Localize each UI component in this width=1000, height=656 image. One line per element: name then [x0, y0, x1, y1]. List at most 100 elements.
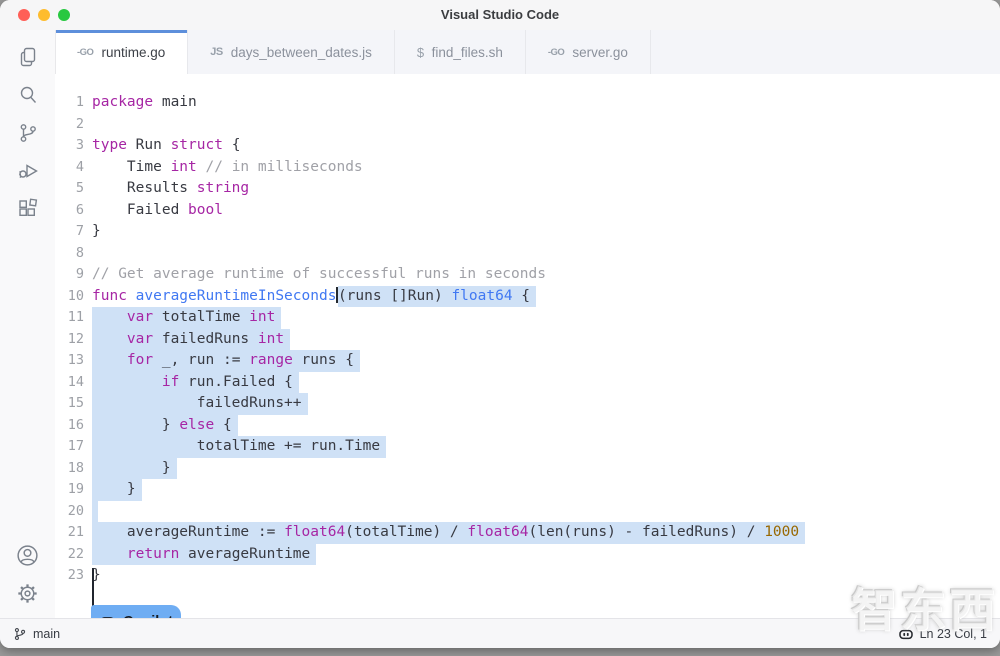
code-token: main: [153, 94, 197, 110]
line-number: 8: [55, 243, 84, 265]
code-token: for: [127, 352, 153, 368]
line-number: 2: [55, 114, 84, 136]
source-control-icon[interactable]: [9, 114, 47, 152]
code-token: // Get average runtime of successful run…: [92, 266, 546, 282]
code-line[interactable]: 9 // Get average runtime of successful ru…: [55, 264, 1000, 286]
tab-server-go[interactable]: -GO server.go: [526, 30, 651, 74]
code-token: Run: [127, 137, 171, 153]
title-bar: Visual Studio Code: [0, 0, 1000, 31]
line-number: 14: [55, 372, 84, 394]
code-token: 1000: [764, 524, 799, 540]
code-line[interactable]: 17 totalTime += run.Time: [55, 436, 1000, 458]
code-area[interactable]: 1package main23type Run struct {4 Time i…: [55, 74, 1000, 587]
code-token: failedRuns: [153, 331, 258, 347]
tab-label: find_files.sh: [432, 45, 503, 60]
selection-highlight: }: [92, 458, 177, 480]
code-token: run.Failed {: [179, 374, 293, 390]
selection-highlight: var failedRuns int: [92, 329, 290, 351]
tab-label: days_between_dates.js: [231, 45, 372, 60]
code-line[interactable]: 2: [55, 114, 1000, 136]
code-line[interactable]: 11 var totalTime int: [55, 307, 1000, 329]
code-line[interactable]: 14 if run.Failed {: [55, 372, 1000, 394]
code-token: [92, 352, 127, 368]
line-number: 20: [55, 501, 84, 523]
code-line[interactable]: 15 failedRuns++: [55, 393, 1000, 415]
branch-indicator[interactable]: main: [13, 627, 60, 641]
git-branch-icon: [13, 627, 27, 641]
selection-highlight: if run.Failed {: [92, 372, 299, 394]
selection-highlight: averageRuntime := float64(totalTime) / f…: [92, 522, 805, 544]
selection-highlight: for _, run := range runs {: [92, 350, 360, 372]
code-token: int: [258, 331, 284, 347]
tab-days-between-dates-js[interactable]: JS days_between_dates.js: [188, 30, 395, 74]
code-token: [92, 374, 162, 390]
settings-gear-icon[interactable]: [9, 574, 47, 612]
tab-find-files-sh[interactable]: $ find_files.sh: [395, 30, 526, 74]
account-icon[interactable]: [9, 536, 47, 574]
code-token: {: [513, 288, 530, 304]
code-token: float64: [467, 524, 528, 540]
selection-highlight: failedRuns++: [92, 393, 308, 415]
code-token: {: [214, 417, 231, 433]
js-file-icon: JS: [210, 46, 222, 58]
code-line[interactable]: 13 for _, run := range runs {: [55, 350, 1000, 372]
tab-label: runtime.go: [101, 45, 165, 60]
line-number: 10: [55, 286, 84, 308]
selection-highlight: }: [92, 479, 142, 501]
code-line[interactable]: 16 } else {: [55, 415, 1000, 437]
code-line[interactable]: 10func averageRuntimeInSeconds(runs []Ru…: [55, 286, 1000, 308]
search-icon[interactable]: [9, 76, 47, 114]
selection-highlight: (runs []Run) float64 {: [338, 286, 536, 308]
code-token: float64: [284, 524, 345, 540]
line-number: 9: [55, 264, 84, 286]
code-line[interactable]: 18 }: [55, 458, 1000, 480]
selection-highlight: [92, 501, 98, 523]
selection-highlight: return averageRuntime: [92, 544, 316, 566]
code-line[interactable]: 8: [55, 243, 1000, 265]
code-token: [197, 159, 206, 175]
code-token: int: [171, 159, 197, 175]
code-token: (totalTime) /: [345, 524, 467, 540]
code-token: string: [197, 180, 249, 196]
code-token: var: [127, 309, 153, 325]
code-line[interactable]: 12 var failedRuns int: [55, 329, 1000, 351]
copilot-button[interactable]: Copilot: [91, 605, 181, 618]
run-and-debug-icon[interactable]: [9, 152, 47, 190]
code-token: var: [127, 331, 153, 347]
code-token: {: [223, 137, 240, 153]
code-line[interactable]: 22 return averageRuntime: [55, 544, 1000, 566]
code-token: return: [127, 546, 179, 562]
line-number: 23: [55, 565, 84, 587]
code-token: func: [92, 288, 127, 304]
code-line[interactable]: 19 }: [55, 479, 1000, 501]
code-line[interactable]: 21 averageRuntime := float64(totalTime) …: [55, 522, 1000, 544]
code-line[interactable]: 6 Failed bool: [55, 200, 1000, 222]
code-token: type: [92, 137, 127, 153]
code-token: // in milliseconds: [206, 159, 363, 175]
code-line[interactable]: 23}: [55, 565, 1000, 587]
code-line[interactable]: 7}: [55, 221, 1000, 243]
tab-runtime-go[interactable]: -GO runtime.go: [55, 30, 188, 75]
code-token: Results: [92, 180, 197, 196]
code-token: package: [92, 94, 153, 110]
code-token: float64: [451, 288, 512, 304]
status-bar: main Ln 23 Col, 1: [0, 618, 1000, 648]
code-token: struct: [171, 137, 223, 153]
code-token: if: [162, 374, 179, 390]
code-line[interactable]: 5 Results string: [55, 178, 1000, 200]
line-number: 21: [55, 522, 84, 544]
code-editor[interactable]: 1package main23type Run struct {4 Time i…: [55, 74, 1000, 618]
explorer-icon[interactable]: [9, 38, 47, 76]
code-line[interactable]: 1package main: [55, 92, 1000, 114]
code-token: range: [249, 352, 293, 368]
code-token: (len(runs) - failedRuns) /: [529, 524, 765, 540]
cursor-position-indicator[interactable]: Ln 23 Col, 1: [898, 626, 987, 642]
code-token: }: [92, 460, 171, 476]
code-token: [127, 288, 136, 304]
extensions-icon[interactable]: [9, 190, 47, 228]
line-number: 3: [55, 135, 84, 157]
code-token: runs {: [293, 352, 354, 368]
code-line[interactable]: 4 Time int // in milliseconds: [55, 157, 1000, 179]
code-line[interactable]: 3 type Run struct {: [55, 135, 1000, 157]
code-line[interactable]: 20: [55, 501, 1000, 523]
